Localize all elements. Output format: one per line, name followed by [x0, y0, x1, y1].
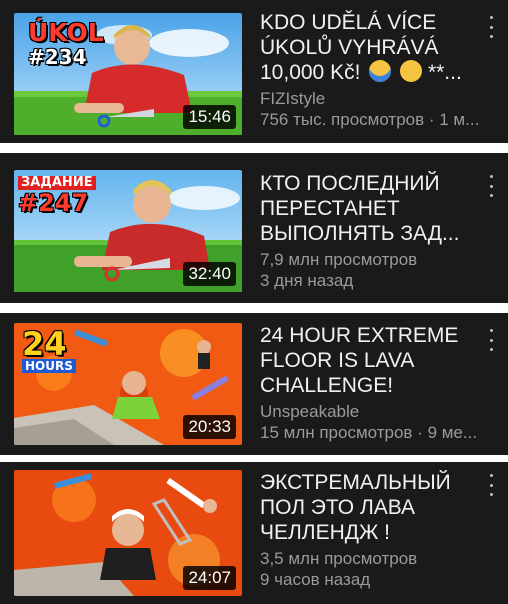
- more-vert-icon[interactable]: [486, 175, 496, 197]
- worried-emoji-icon: [400, 60, 423, 82]
- video-info[interactable]: КТО ПОСЛЕДНИЙ ПЕРЕСТАНЕТ ВЫПОЛНЯТЬ ЗАД..…: [260, 171, 484, 291]
- video-title[interactable]: ЭКСТРЕМАЛЬНЫЙ ПОЛ ЭТО ЛАВА ЧЕЛЛЕНДЖ !: [260, 470, 484, 545]
- video-card[interactable]: 24 HOURS 20:33 24 HOUR EXTREME FLOOR IS …: [0, 313, 508, 455]
- thumbnail-badge: 24 HOURS: [22, 328, 76, 373]
- video-stats: 756 тыс. просмотров · 1 м...: [260, 110, 480, 129]
- video-duration: 15:46: [183, 105, 236, 129]
- video-stats: 7,9 млн просмотров: [260, 250, 418, 269]
- video-info[interactable]: ЭКСТРЕМАЛЬНЫЙ ПОЛ ЭТО ЛАВА ЧЕЛЛЕНДЖ ! 3,…: [260, 470, 484, 590]
- video-title[interactable]: КТО ПОСЛЕДНИЙ ПЕРЕСТАНЕТ ВЫПОЛНЯТЬ ЗАД..…: [260, 171, 484, 246]
- video-stats: 15 млн просмотров · 9 ме...: [260, 423, 478, 442]
- more-vert-icon[interactable]: [486, 16, 496, 38]
- video-duration: 20:33: [183, 415, 236, 439]
- video-card[interactable]: ÚKOL #234 15:46 KDO UDĚLÁ VÍCE ÚKOLŮ VYH…: [0, 0, 508, 143]
- more-vert-icon[interactable]: [486, 474, 496, 496]
- more-vert-icon[interactable]: [486, 329, 496, 351]
- video-title[interactable]: KDO UDĚLÁ VÍCE ÚKOLŮ VYHRÁVÁ 10,000 Kč! …: [260, 10, 484, 85]
- video-thumbnail[interactable]: ÚKOL #234 15:46: [14, 13, 242, 135]
- video-feed: ÚKOL #234 15:46 KDO UDĚLÁ VÍCE ÚKOLŮ VYH…: [0, 0, 508, 604]
- scream-emoji-icon: [369, 60, 392, 82]
- thumbnail-badge: ÚKOL #234: [28, 18, 104, 69]
- video-duration: 32:40: [183, 262, 236, 286]
- channel-name[interactable]: Unspeakable: [260, 401, 484, 422]
- video-thumbnail[interactable]: 24:07: [14, 470, 242, 596]
- video-thumbnail[interactable]: 24 HOURS 20:33: [14, 323, 242, 445]
- video-duration: 24:07: [183, 566, 236, 590]
- video-info[interactable]: KDO UDĚLÁ VÍCE ÚKOLŮ VYHRÁVÁ 10,000 Kč! …: [260, 10, 484, 130]
- thumbnail-badge: ЗАДАНИЕ #247: [18, 176, 96, 216]
- video-info[interactable]: 24 HOUR EXTREME FLOOR IS LAVA CHALLENGE!…: [260, 323, 484, 443]
- channel-name[interactable]: FIZIstyle: [260, 88, 484, 109]
- video-thumbnail[interactable]: ЗАДАНИЕ #247 32:40: [14, 170, 242, 292]
- video-stats: 3,5 млн просмотров: [260, 549, 418, 568]
- video-card[interactable]: 24:07 ЭКСТРЕМАЛЬНЫЙ ПОЛ ЭТО ЛАВА ЧЕЛЛЕНД…: [0, 462, 508, 604]
- video-card[interactable]: ЗАДАНИЕ #247 32:40 КТО ПОСЛЕДНИЙ ПЕРЕСТА…: [0, 153, 508, 303]
- video-title[interactable]: 24 HOUR EXTREME FLOOR IS LAVA CHALLENGE!: [260, 323, 484, 398]
- video-age: 9 часов назад: [260, 570, 371, 589]
- video-age: 3 дня назад: [260, 271, 354, 290]
